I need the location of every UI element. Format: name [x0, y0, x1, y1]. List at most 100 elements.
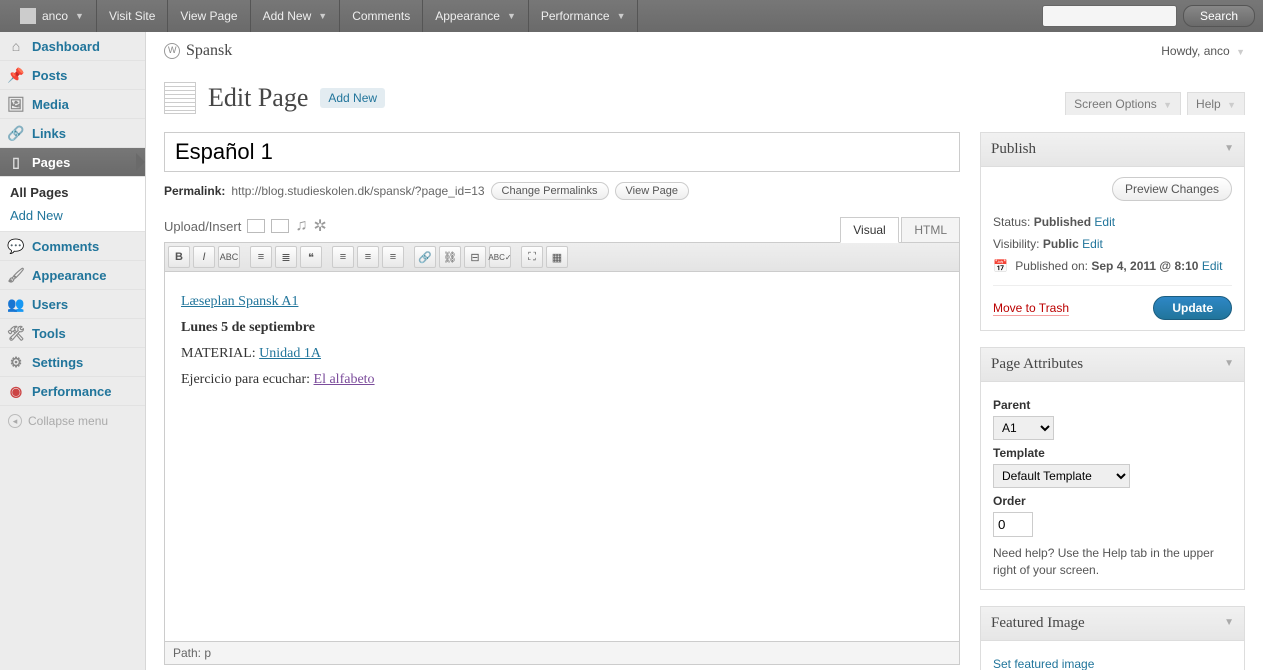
- add-image-icon[interactable]: [247, 219, 265, 233]
- view-page-button[interactable]: View Page: [615, 182, 689, 200]
- content-heading: Lunes 5 de septiembre: [181, 320, 315, 335]
- add-audio-icon[interactable]: ♫: [295, 217, 307, 235]
- add-new-menu[interactable]: Add New ▼: [251, 0, 341, 32]
- add-new-page-button[interactable]: Add New: [320, 88, 385, 108]
- link-button[interactable]: 🔗: [414, 246, 436, 268]
- howdy-text: Howdy, anco: [1161, 44, 1229, 58]
- fullscreen-button[interactable]: ⛶: [521, 246, 543, 268]
- content-link-laeseplan[interactable]: Læseplan Spansk A1: [181, 294, 298, 309]
- post-title-input[interactable]: [164, 132, 960, 172]
- quote-button[interactable]: ❝: [300, 246, 322, 268]
- publish-box-title[interactable]: Publish▼: [981, 133, 1244, 167]
- sidebar-item-settings[interactable]: ⚙Settings: [0, 348, 145, 377]
- page-icon: ▯: [8, 154, 24, 170]
- published-label: Published on:: [1015, 259, 1088, 273]
- italic-button[interactable]: I: [193, 246, 215, 268]
- edit-status-link[interactable]: Edit: [1094, 215, 1115, 229]
- align-right-button[interactable]: ≡: [382, 246, 404, 268]
- content-editor[interactable]: Læseplan Spansk A1 Lunes 5 de septiembre…: [164, 272, 960, 642]
- page-attributes-title[interactable]: Page Attributes▼: [981, 348, 1244, 382]
- ul-button[interactable]: ≡: [250, 246, 272, 268]
- collapse-menu[interactable]: ◂Collapse menu: [0, 406, 145, 436]
- sidebar-submenu-pages: All Pages Add New: [0, 177, 145, 232]
- content-link-alfabeto[interactable]: El alfabeto: [314, 372, 375, 387]
- sidebar-item-links[interactable]: 🔗Links: [0, 119, 145, 148]
- template-label: Template: [993, 440, 1232, 464]
- add-media-icon[interactable]: ✲: [313, 216, 326, 236]
- sidebar-item-appearance[interactable]: 🖌Appearance: [0, 261, 145, 290]
- calendar-icon: 📅: [993, 259, 1008, 273]
- appearance-menu[interactable]: Appearance ▼: [423, 0, 529, 32]
- site-name: Spansk: [186, 42, 232, 60]
- sidebar-item-tools[interactable]: 🛠Tools: [0, 319, 145, 348]
- spellcheck-button[interactable]: ABC✓: [489, 246, 511, 268]
- featured-image-title[interactable]: Featured Image▼: [981, 607, 1244, 641]
- comments-link[interactable]: Comments: [340, 0, 423, 32]
- sidebar-item-label: Dashboard: [32, 39, 100, 54]
- appearance-label: Appearance: [435, 0, 500, 32]
- bold-button[interactable]: B: [168, 246, 190, 268]
- more-button[interactable]: ⊟: [464, 246, 486, 268]
- sidebar-item-posts[interactable]: 📌Posts: [0, 61, 145, 90]
- admin-user-menu[interactable]: anco ▼: [8, 0, 97, 32]
- users-icon: 👥: [8, 296, 24, 312]
- sidebar-subitem-add-new[interactable]: Add New: [0, 204, 145, 227]
- order-label: Order: [993, 488, 1232, 512]
- publish-box: Publish▼ Preview Changes Status: Publish…: [980, 132, 1245, 331]
- help-toggle[interactable]: Help ▼: [1187, 92, 1245, 115]
- visit-site-link[interactable]: Visit Site: [97, 0, 168, 32]
- performance-menu[interactable]: Performance ▼: [529, 0, 639, 32]
- sidebar-item-performance[interactable]: ◉Performance: [0, 377, 145, 406]
- media-upload-row: Upload/Insert ♫ ✲: [164, 210, 327, 242]
- sidebar-item-label: Pages: [32, 155, 70, 170]
- sidebar-item-users[interactable]: 👥Users: [0, 290, 145, 319]
- content-link-unidad[interactable]: Unidad 1A: [259, 346, 321, 361]
- screen-options-toggle[interactable]: Screen Options ▼: [1065, 92, 1181, 115]
- set-featured-image-link[interactable]: Set featured image: [993, 651, 1094, 670]
- comment-icon: 💬: [8, 238, 24, 254]
- unlink-button[interactable]: ⛓: [439, 246, 461, 268]
- strike-button[interactable]: ABC: [218, 246, 240, 268]
- collapse-label: Collapse menu: [28, 414, 108, 428]
- align-center-button[interactable]: ≡: [357, 246, 379, 268]
- align-left-button[interactable]: ≡: [332, 246, 354, 268]
- sidebar-item-comments[interactable]: 💬 Comments: [0, 232, 145, 261]
- update-button[interactable]: Update: [1153, 296, 1232, 320]
- chevron-down-icon: ▼: [1227, 100, 1236, 110]
- sidebar-item-media[interactable]: 🖼Media: [0, 90, 145, 119]
- sidebar-item-label: Appearance: [32, 268, 106, 283]
- sidebar-item-label: Comments: [32, 239, 99, 254]
- sidebar-item-dashboard[interactable]: ⌂Dashboard: [0, 32, 145, 61]
- attributes-help-text: Need help? Use the Help tab in the upper…: [993, 545, 1232, 579]
- change-permalinks-button[interactable]: Change Permalinks: [491, 182, 609, 200]
- edit-date-link[interactable]: Edit: [1202, 259, 1223, 273]
- tab-visual[interactable]: Visual: [840, 217, 898, 243]
- edit-visibility-link[interactable]: Edit: [1082, 237, 1103, 251]
- howdy-greeting[interactable]: Howdy, anco ▼: [1161, 44, 1245, 58]
- add-video-icon[interactable]: [271, 219, 289, 233]
- parent-label: Parent: [993, 392, 1232, 416]
- help-label: Help: [1196, 97, 1221, 111]
- tab-html[interactable]: HTML: [901, 217, 960, 242]
- sidebar-subitem-all-pages[interactable]: All Pages: [0, 181, 145, 204]
- editor-path: Path: p: [164, 642, 960, 665]
- view-page-link[interactable]: View Page: [168, 0, 250, 32]
- parent-select[interactable]: A1: [993, 416, 1054, 440]
- order-input[interactable]: [993, 512, 1033, 537]
- sidebar-item-label: Performance: [32, 384, 111, 399]
- preview-changes-button[interactable]: Preview Changes: [1112, 177, 1232, 201]
- chevron-down-icon: ▼: [318, 0, 327, 32]
- template-select[interactable]: Default Template: [993, 464, 1130, 488]
- content-text-material: MATERIAL:: [181, 346, 259, 361]
- avatar-icon: [20, 8, 36, 24]
- page-attributes-box: Page Attributes▼ Parent A1 Template Defa…: [980, 347, 1245, 590]
- ol-button[interactable]: ≣: [275, 246, 297, 268]
- move-to-trash-link[interactable]: Move to Trash: [993, 301, 1069, 316]
- featured-image-box: Featured Image▼ Set featured image: [980, 606, 1245, 670]
- sidebar-item-pages[interactable]: ▯ Pages: [0, 148, 145, 177]
- kitchensink-button[interactable]: ▦: [546, 246, 568, 268]
- admin-search-button[interactable]: Search: [1183, 5, 1255, 27]
- admin-search-input[interactable]: [1042, 5, 1177, 27]
- content-area: Spansk Howdy, anco ▼ Screen Options ▼ He…: [146, 32, 1263, 670]
- status-label: Status:: [993, 215, 1030, 229]
